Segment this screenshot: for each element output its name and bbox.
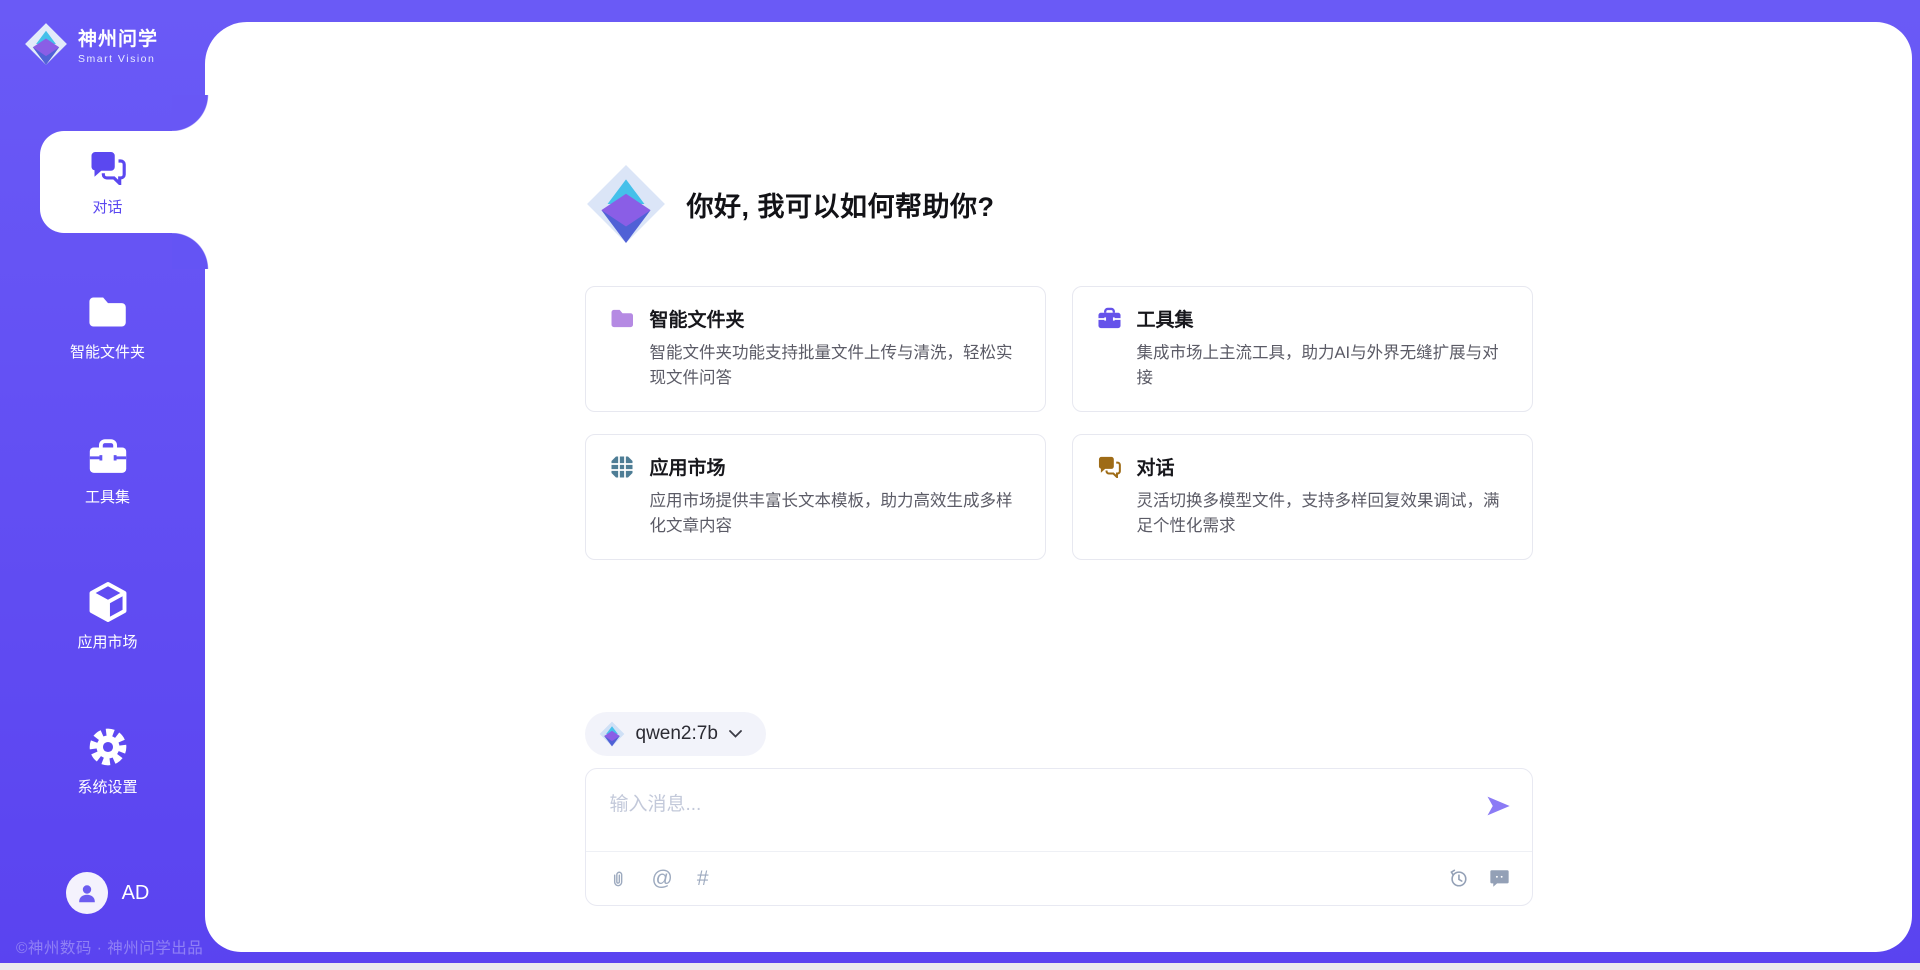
chat-bubbles-icon [86,147,130,187]
sidebar-item-smart-folder[interactable]: 智能文件夹 [0,273,215,381]
paperclip-icon [608,868,628,890]
brand-subtitle: Smart Vision [78,53,158,65]
avatar [66,872,108,914]
card-chat[interactable]: 对话 灵活切换多模型文件，支持多样回复效果调试，满足个性化需求 [1072,434,1533,560]
model-name: qwen2:7b [636,723,718,745]
card-description: 灵活切换多模型文件，支持多样回复效果调试，满足个性化需求 [1137,489,1508,539]
sidebar-item-label: 工具集 [85,486,130,507]
copyright-footer: ©神州数码 · 神州问学出品 [16,936,203,958]
sidebar-item-label: 对话 [92,196,122,217]
card-description: 应用市场提供丰富长文本模板，助力高效生成多样化文章内容 [650,489,1021,539]
user-profile[interactable]: AD [0,872,215,914]
message-input[interactable] [586,769,1532,849]
card-description: 智能文件夹功能支持批量文件上传与清洗，轻松实现文件问答 [650,341,1021,391]
sidebar-item-label: 应用市场 [77,631,137,652]
sidebar-item-app-market[interactable]: 应用市场 [0,563,215,671]
sidebar-nav: 对话 智能文件夹 工具集 [0,128,215,853]
greeting-title: 你好, 我可以如何帮助你? [687,185,995,224]
card-title: 工具集 [1137,305,1194,332]
sidebar-item-label: 系统设置 [77,776,137,797]
card-title: 智能文件夹 [650,305,745,332]
cube-icon [86,582,130,622]
card-toolbox[interactable]: 工具集 集成市场上主流工具，助力AI与外界无缝扩展与对接 [1072,286,1533,412]
hash-icon: # [697,867,709,891]
brand-logo-icon [24,22,68,66]
sidebar-item-chat[interactable]: 对话 [0,128,215,236]
brand-name: 神州问学 [78,24,158,51]
app-grid-icon [610,455,635,479]
gear-icon [86,727,130,767]
folder-icon [610,307,635,331]
page-bottom-edge [0,963,1920,970]
toolbox-icon [1097,307,1122,331]
composer: qwen2:7b [585,712,1533,906]
user-initials: AD [122,882,150,905]
chevron-down-icon [729,730,742,738]
toolbox-icon [86,437,130,477]
history-clock-icon [1448,868,1469,889]
person-icon [75,881,99,905]
card-description: 集成市场上主流工具，助力AI与外界无缝扩展与对接 [1137,341,1508,391]
greeting: 你好, 我可以如何帮助你? [585,162,1533,246]
feedback-button[interactable] [1489,869,1510,888]
chat-bubbles-icon [1097,455,1122,479]
model-logo-icon [599,721,625,747]
sidebar-item-settings[interactable]: 系统设置 [0,708,215,816]
attachment-button[interactable] [608,868,628,890]
sidebar: 神州问学 Smart Vision 对话 智能文件夹 [0,0,215,970]
card-title: 对话 [1137,453,1175,480]
greeting-logo-icon [585,163,667,245]
history-button[interactable] [1448,868,1469,889]
send-plane-icon [1484,792,1512,820]
send-button[interactable] [1482,791,1514,823]
card-app-market[interactable]: 应用市场 应用市场提供丰富长文本模板，助力高效生成多样化文章内容 [585,434,1046,560]
at-sign-icon: @ [652,867,673,891]
folder-icon [86,292,130,332]
sidebar-item-label: 智能文件夹 [70,341,145,362]
feature-cards: 智能文件夹 智能文件夹功能支持批量文件上传与清洗，轻松实现文件问答 工 [585,286,1533,560]
model-selector[interactable]: qwen2:7b [585,712,766,756]
mention-button[interactable]: @ [652,867,673,891]
brand: 神州问学 Smart Vision [24,22,158,66]
card-smart-folder[interactable]: 智能文件夹 智能文件夹功能支持批量文件上传与清洗，轻松实现文件问答 [585,286,1046,412]
sidebar-item-toolbox[interactable]: 工具集 [0,418,215,526]
message-input-box: @ # [585,768,1533,906]
feedback-bubble-icon [1489,869,1510,888]
card-title: 应用市场 [650,453,726,480]
main-panel: 你好, 我可以如何帮助你? 智能文件夹 智能文件夹功能支持批量文件上传与清洗，轻… [205,22,1912,952]
topic-button[interactable]: # [697,867,709,891]
